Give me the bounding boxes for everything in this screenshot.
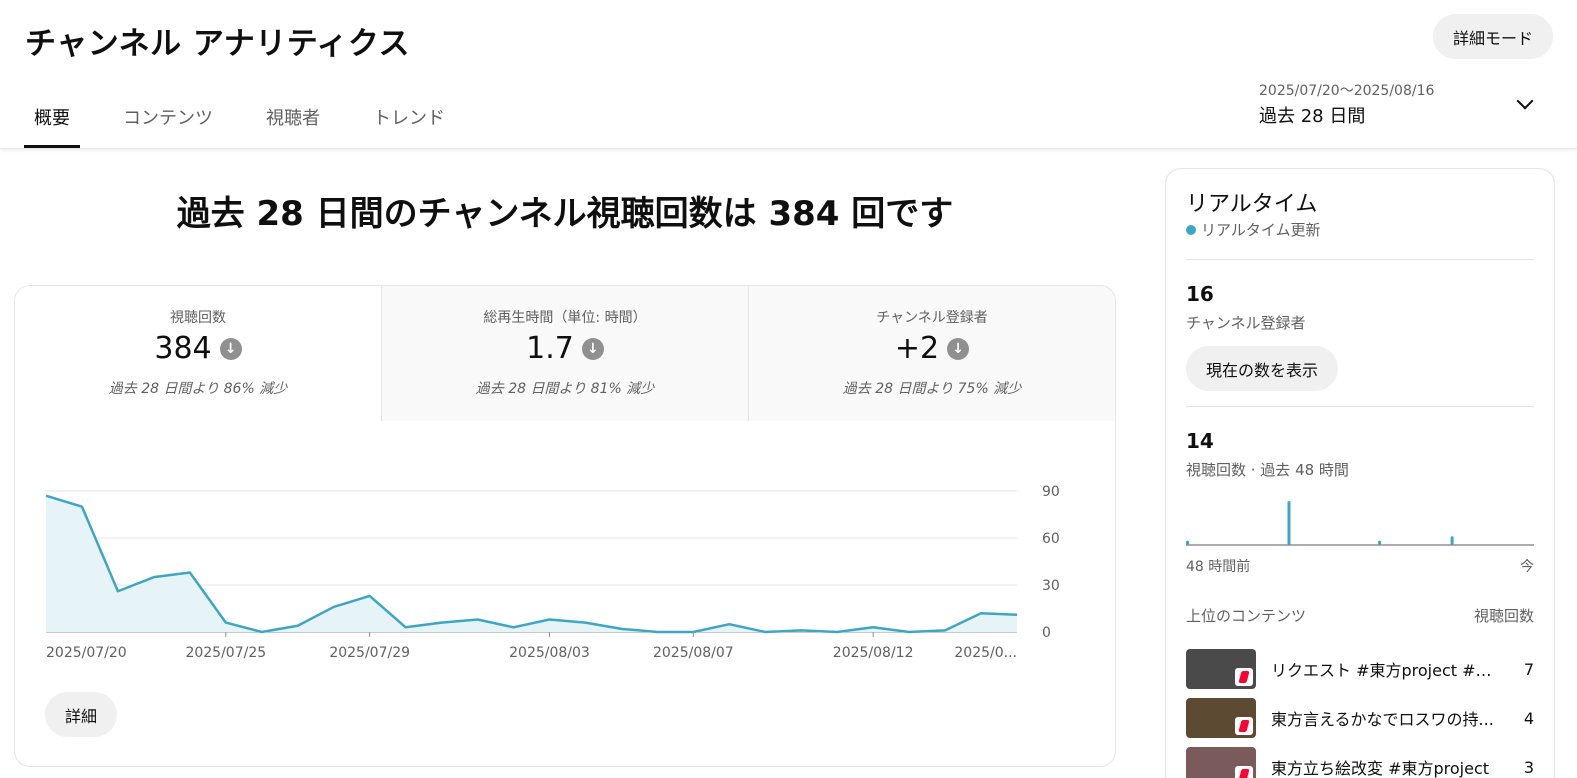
metric-watch-time[interactable]: 総再生時間（単位: 時間） 1.7 ↓ 過去 28 日間より 81% 減少	[381, 286, 748, 421]
details-button[interactable]: 詳細	[45, 692, 118, 737]
date-range-picker[interactable]: 2025/07/20〜2025/08/16 過去 28 日間	[1259, 80, 1549, 130]
metric-views[interactable]: 視聴回数 384 ↓ 過去 28 日間より 86% 減少	[15, 286, 381, 421]
realtime-bar	[1378, 540, 1382, 545]
video-thumbnail[interactable]	[1186, 698, 1256, 738]
realtime-bar	[1287, 501, 1291, 545]
realtime-views-label: 視聴回数 · 過去 48 時間	[1186, 461, 1349, 479]
content-views: 4	[1523, 708, 1534, 728]
realtime-bar-chart[interactable]	[1186, 489, 1534, 547]
show-current-count-button[interactable]: 現在の数を表示	[1186, 346, 1339, 391]
tab-list: 概要 コンテンツ 視聴者 トレンド	[24, 88, 488, 148]
realtime-live-label: リアルタイム更新	[1201, 221, 1321, 239]
y-tick-label: 30	[1042, 578, 1060, 594]
tab-overview[interactable]: 概要	[24, 88, 80, 148]
arrow-down-icon: ↓	[947, 337, 970, 360]
realtime-subscribers-label: チャンネル登録者	[1186, 314, 1306, 332]
content-title[interactable]: リクエスト #東方project #て...	[1271, 657, 1506, 681]
x-tick-label: 2025/07/29	[329, 645, 410, 661]
date-range-label: 過去 28 日間	[1259, 106, 1366, 127]
metric-change: 過去 28 日間より 75% 減少	[842, 381, 1022, 397]
tab-audience[interactable]: 視聴者	[256, 88, 330, 148]
arrow-down-icon: ↓	[219, 337, 242, 360]
metric-label: 総再生時間（単位: 時間）	[483, 310, 647, 326]
views-chart[interactable]: 0 30 60 90 2025/07/20 2025/07/25 2025/07/29 202…	[15, 421, 1115, 671]
top-content-item[interactable]: リクエスト #東方project #て... 7	[1186, 649, 1534, 689]
realtime-views-count: 14	[1186, 429, 1214, 453]
metric-tabs: 視聴回数 384 ↓ 過去 28 日間より 86% 減少 総再生時間（単位: 時…	[15, 286, 1115, 421]
x-tick-label: 2025/0...	[954, 645, 1017, 661]
x-tick-label: 2025/07/25	[185, 645, 266, 661]
series-area	[46, 495, 1017, 632]
metric-value: 384	[154, 331, 212, 366]
metric-change: 過去 28 日間より 86% 減少	[108, 381, 288, 397]
realtime-axis-end: 今	[1520, 559, 1534, 575]
analytics-page: チャンネル アナリティクス 詳細モード 概要 コンテンツ 視聴者 トレンド 20…	[0, 0, 1577, 778]
shorts-icon	[1235, 766, 1253, 778]
video-thumbnail[interactable]	[1186, 747, 1256, 778]
metric-value: 1.7	[526, 331, 574, 366]
content-title[interactable]: 東方立ち絵改変 #東方project	[1271, 755, 1506, 778]
realtime-bar	[1450, 536, 1454, 545]
headline: 過去 28 日間のチャンネル視聴回数は 384 回です	[176, 194, 954, 234]
overview-card: 視聴回数 384 ↓ 過去 28 日間より 86% 減少 総再生時間（単位: 時…	[14, 285, 1116, 767]
top-content-item[interactable]: 東方立ち絵改変 #東方project 3	[1186, 747, 1534, 778]
x-tick-label: 2025/08/03	[509, 645, 590, 661]
video-thumbnail[interactable]	[1186, 649, 1256, 689]
advanced-mode-button[interactable]: 詳細モード	[1432, 14, 1553, 59]
metric-subscribers[interactable]: チャンネル登録者 +2 ↓ 過去 28 日間より 75% 減少	[748, 286, 1115, 421]
content-views: 7	[1523, 659, 1534, 679]
live-dot-icon	[1186, 224, 1196, 235]
x-tick-label: 2025/07/20	[46, 645, 127, 661]
y-tick-label: 60	[1042, 531, 1060, 547]
y-tick-label: 90	[1042, 484, 1060, 500]
arrow-down-icon: ↓	[581, 337, 604, 360]
realtime-card: リアルタイム リアルタイム更新 16 チャンネル登録者 現在の数を表示 14 視…	[1165, 168, 1555, 778]
metric-value: +2	[894, 331, 940, 366]
top-content-views-header: 視聴回数	[1473, 607, 1534, 625]
metric-label: チャンネル登録者	[876, 310, 988, 326]
tab-trends[interactable]: トレンド	[363, 88, 455, 148]
shorts-icon	[1235, 717, 1253, 735]
top-content-item[interactable]: 東方言えるかなでロスワの持... 4	[1186, 698, 1534, 738]
tab-content[interactable]: コンテンツ	[113, 88, 223, 148]
date-range-text: 2025/07/20〜2025/08/16	[1259, 83, 1435, 99]
shorts-icon	[1235, 668, 1253, 686]
divider	[1186, 259, 1534, 260]
y-tick-label: 0	[1042, 625, 1051, 641]
content-title[interactable]: 東方言えるかなでロスワの持...	[1271, 706, 1506, 730]
metric-change: 過去 28 日間より 81% 減少	[475, 381, 655, 397]
realtime-live-indicator: リアルタイム更新	[1186, 219, 1321, 240]
realtime-subscribers-count: 16	[1186, 282, 1214, 306]
metric-label: 視聴回数	[170, 310, 226, 326]
divider	[1186, 406, 1534, 407]
page-title: チャンネル アナリティクス	[25, 26, 410, 62]
realtime-axis-start: 48 時間前	[1186, 559, 1251, 575]
x-tick-label: 2025/08/07	[653, 645, 734, 661]
top-content-header: 上位のコンテンツ	[1186, 607, 1307, 625]
realtime-bar	[1186, 540, 1189, 545]
realtime-title: リアルタイム	[1186, 192, 1318, 217]
content-views: 3	[1523, 757, 1534, 777]
x-tick-label: 2025/08/12	[833, 645, 914, 661]
